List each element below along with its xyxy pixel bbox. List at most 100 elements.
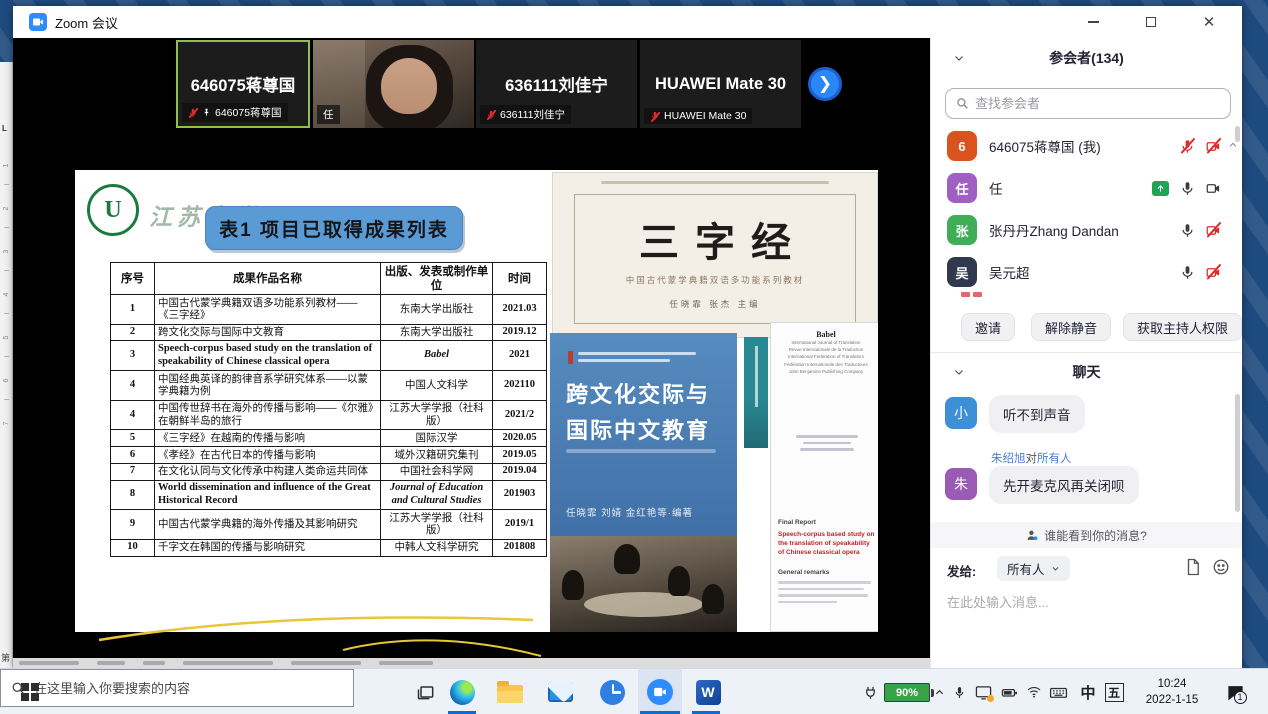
close-button[interactable]: ✕ — [1194, 10, 1224, 34]
chat-message: 听不到声音 — [989, 395, 1085, 433]
table-row: 8World dissemination and influence of th… — [111, 480, 547, 510]
chat-scrollbar[interactable] — [1235, 394, 1240, 512]
chevron-up-icon[interactable] — [1228, 140, 1238, 150]
chevron-down-icon — [1051, 564, 1060, 573]
edge-icon — [450, 680, 475, 705]
notification-center-button[interactable]: 1 — [1218, 679, 1252, 705]
camera-on-icon[interactable] — [1206, 181, 1221, 196]
table-row: 9中国古代蒙学典籍的海外传播及其影响研究江苏大学学报（社科版）2019/1 — [111, 510, 547, 540]
results-table: 序号成果作品名称 出版、发表或制作单位时间 1中国古代蒙学典籍双语多功能系列教材… — [110, 262, 547, 557]
window-title: Zoom 会议 — [55, 13, 118, 32]
avatar: 6 — [947, 131, 977, 161]
participant-search-input[interactable] — [975, 96, 1220, 111]
taskbar-clock-app[interactable] — [590, 669, 634, 714]
taskbar-edge[interactable] — [440, 669, 484, 714]
video-tile-3[interactable]: 636111刘佳宁 636111刘佳宁 — [476, 40, 637, 128]
journal-page-babel: Babel International Journal of Translati… — [770, 322, 878, 632]
camera-off-icon[interactable] — [1206, 139, 1221, 154]
journal-title: Babel — [771, 330, 878, 339]
battery-level-indicator[interactable]: 90% — [884, 683, 930, 702]
wifi-icon[interactable] — [1024, 669, 1044, 714]
battery-tray-icon[interactable] — [998, 669, 1020, 714]
muted-mic-icon[interactable] — [1180, 139, 1195, 154]
camera-off-icon[interactable] — [1206, 223, 1221, 238]
taskbar-zoom[interactable] — [638, 669, 682, 714]
maximize-button[interactable] — [1136, 10, 1166, 34]
table-row: 4中国传世辞书在海外的传播与影响——《尔雅》在朝鲜半岛的旅行江苏大学学报（社科版… — [111, 400, 547, 430]
camera-off-icon[interactable] — [1206, 265, 1221, 280]
taskbar-word[interactable]: W — [686, 669, 730, 714]
microphone-tray-icon[interactable] — [950, 669, 968, 714]
taskbar-explorer[interactable] — [488, 669, 532, 714]
book-cover-sanzijing: 三字经 中国古代蒙学典籍双语多功能系列教材 任晓霏 张杰 主编 — [552, 172, 878, 338]
book-spine — [744, 337, 768, 448]
university-logo: U — [87, 184, 139, 236]
book1-title: 三字经 — [552, 210, 878, 268]
book2-title-line2: 国际中文教育 — [566, 413, 710, 445]
file-icon[interactable] — [1184, 558, 1202, 576]
participant-row[interactable]: 6 646075蒋尊国 (我) — [939, 126, 1229, 166]
chat-header: 聊天 — [931, 360, 1242, 384]
table-row: 2跨文化交际与国际中文教育东南大学出版社2019.12 — [111, 324, 547, 341]
participant-row[interactable]: 张 张丹丹Zhang Dandan — [939, 210, 1229, 250]
mail-icon — [548, 682, 573, 702]
send-to-dropdown[interactable]: 所有人 — [997, 556, 1070, 581]
mic-on-icon[interactable] — [1180, 265, 1195, 280]
chat-sender-line: 朱绍旭对所有人 — [991, 450, 1072, 466]
ruler-corner-mark: L — [2, 124, 7, 133]
mic-on-icon[interactable] — [1180, 223, 1195, 238]
unmute-button[interactable]: 解除静音 — [1031, 313, 1111, 341]
windows-taskbar: W 90% — [0, 668, 1268, 714]
taskbar-search-input[interactable] — [34, 681, 343, 696]
privacy-note-text: 谁能看到你的消息? — [1044, 527, 1147, 544]
book2-cover-photo — [550, 536, 737, 632]
video-tile-1[interactable]: 646075蒋尊国 646075蒋尊国 — [176, 40, 310, 128]
screen-share-tray-icon[interactable] — [972, 669, 994, 714]
shared-screen-slide: U 江苏大学 表1 项目已取得成果列表 序号成果作品名称 出版、发表或制作单位时… — [75, 170, 878, 632]
taskbar-mail[interactable] — [538, 669, 582, 714]
book-cover-intercultural: 跨文化交际与 国际中文教育 任晓霏 刘婧 金红艳等·编著 — [550, 333, 737, 632]
send-to-label: 发给: — [947, 561, 976, 580]
chat-message-input[interactable]: 在此处输入消息... — [947, 592, 1217, 611]
side-panel: 参会者(134) 6 646075蒋尊国 (我) — [930, 38, 1242, 668]
participant-row[interactable]: 任 任 — [939, 168, 1229, 208]
zoom-meeting-window: Zoom 会议 ✕ 646075蒋尊国 646075蒋尊国 — [13, 6, 1242, 668]
invite-button[interactable]: 邀请 — [961, 313, 1015, 341]
titlebar: Zoom 会议 ✕ — [13, 6, 1242, 38]
mic-on-icon[interactable] — [1180, 181, 1195, 196]
table-row: 4中国经典英译的韵律音系学研究体系——以蒙学典籍为例中国人文科学202110 — [111, 371, 547, 401]
tile-label-text: 636111刘佳宁 — [500, 107, 565, 122]
next-page-arrow-button[interactable]: ❯ — [808, 67, 842, 101]
minimize-button[interactable] — [1078, 10, 1108, 34]
table-row: 10千字文在韩国的传播与影响研究中韩人文科学研究201808 — [111, 539, 547, 556]
claim-host-button[interactable]: 获取主持人权限 — [1123, 313, 1242, 341]
chevron-down-icon[interactable] — [953, 366, 965, 378]
video-tile-2[interactable]: 任 — [313, 40, 474, 128]
chevron-down-icon[interactable] — [953, 52, 965, 64]
tray-expand-button[interactable] — [930, 669, 948, 714]
touch-keyboard-icon[interactable] — [1046, 669, 1070, 714]
power-plug-icon — [860, 669, 880, 714]
notification-count: 1 — [1234, 691, 1247, 704]
taskbar-search-box[interactable] — [0, 669, 354, 707]
ime-language-indicator[interactable]: 中 — [1078, 669, 1098, 714]
slide-banner: 表1 项目已取得成果列表 — [205, 206, 463, 250]
word-icon: W — [696, 680, 721, 705]
participant-row[interactable]: 吴 吴元超 — [939, 252, 1229, 292]
participants-title: 参会者(134) — [1049, 48, 1124, 68]
zoom-camera-icon — [647, 679, 673, 705]
table-row: 7在文化认同与文化传承中构建人类命运共同体中国社会科学网2019.04 — [111, 463, 547, 480]
taskbar-clock[interactable]: 10:24 2022-1-15 — [1134, 676, 1210, 708]
participant-search-box[interactable] — [945, 88, 1231, 119]
table-row: 3Speech-corpus based study on the transl… — [111, 341, 547, 371]
emoji-icon[interactable] — [1212, 558, 1230, 576]
folder-icon — [497, 685, 523, 703]
tile-label-text: 646075蒋尊国 — [215, 105, 282, 120]
journal-section2: General remarks — [778, 569, 829, 576]
meeting-stage: 646075蒋尊国 646075蒋尊国 任 63611 — [13, 38, 930, 668]
video-tile-4[interactable]: HUAWEI Mate 30 HUAWEI Mate 30 — [640, 40, 801, 128]
book1-subtitle: 中国古代蒙学典籍双语多功能系列教材 — [552, 274, 878, 286]
privacy-note-bar: 谁能看到你的消息? — [931, 522, 1242, 548]
pin-icon — [202, 108, 211, 117]
ime-mode-indicator[interactable]: 五 — [1102, 669, 1126, 714]
